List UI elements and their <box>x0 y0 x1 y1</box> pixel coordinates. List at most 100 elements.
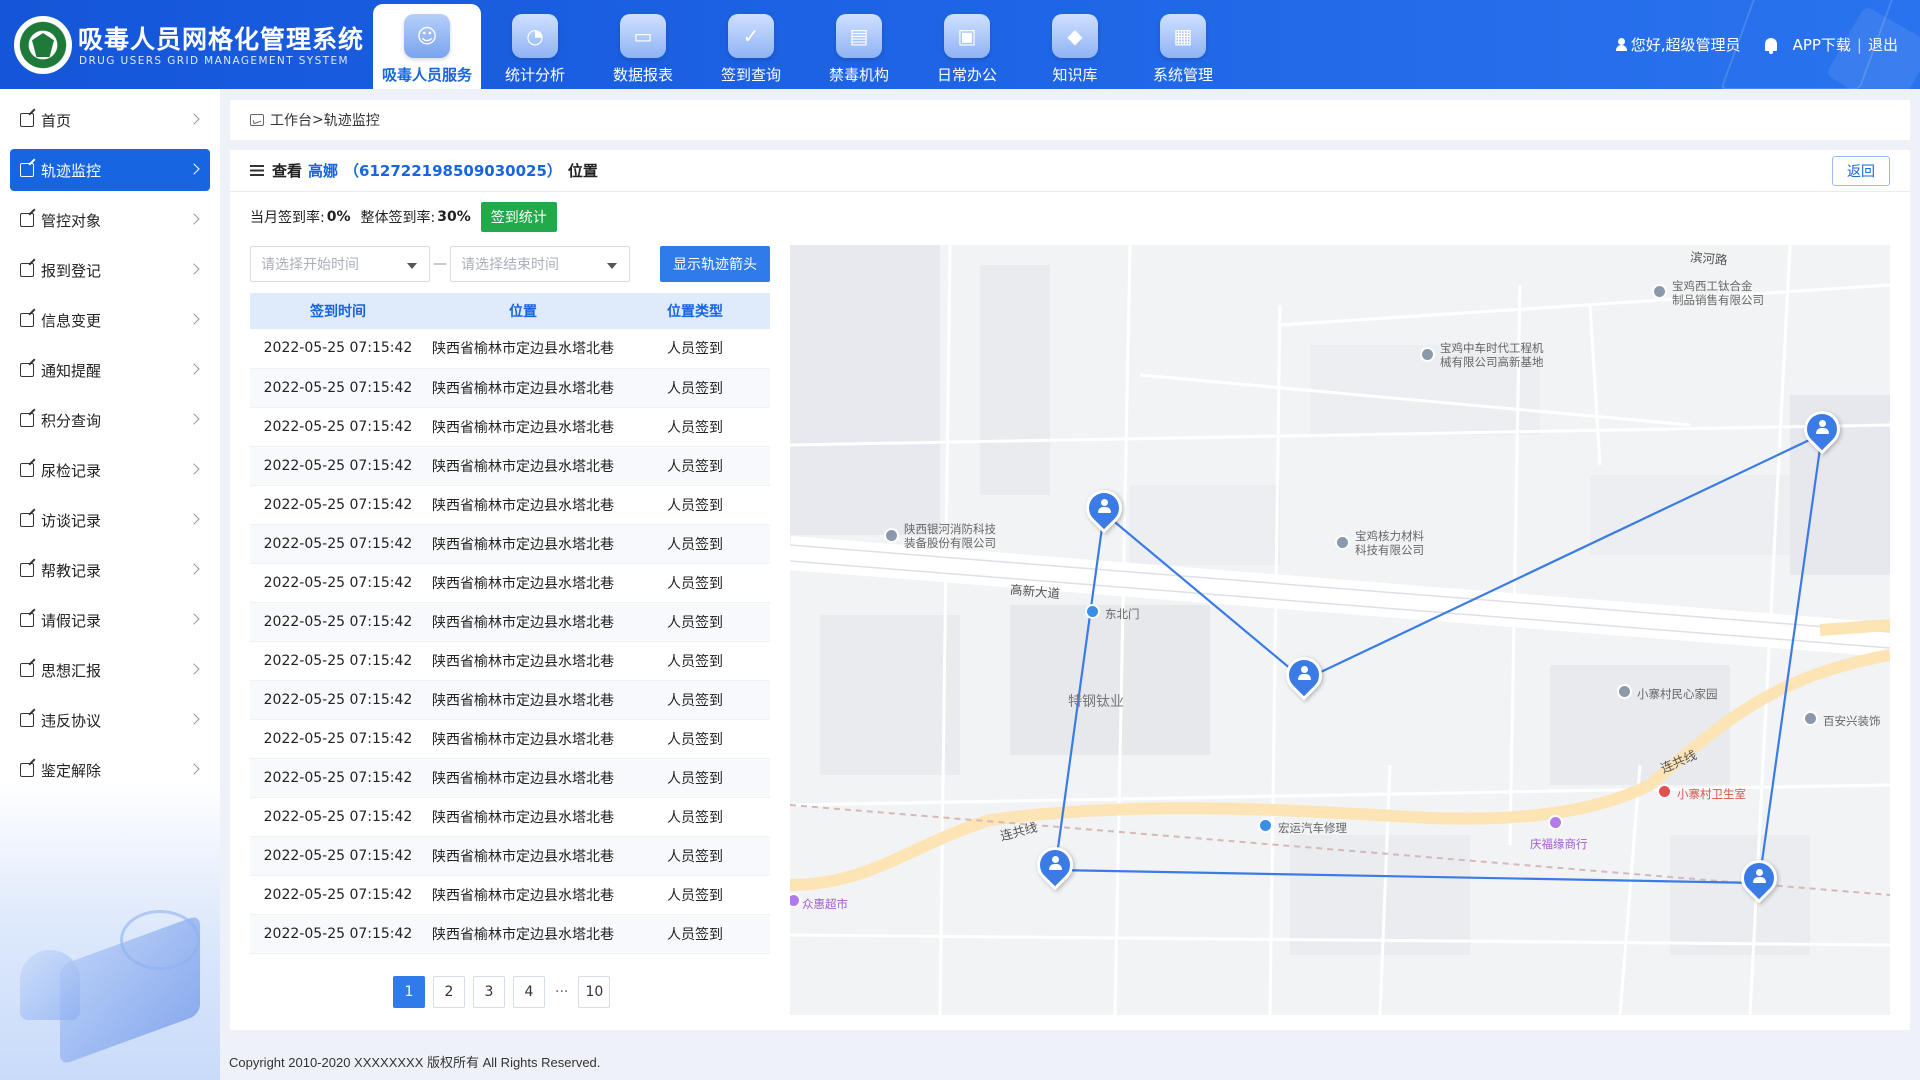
location-type-cell: 人员签到 <box>620 368 770 408</box>
nav-anti-drug-org[interactable]: ▤ 禁毒机构 <box>805 4 913 89</box>
sidebar-item-info-change[interactable]: 信息变更 <box>10 299 210 341</box>
map-poi-label: 宝鸡核力材料 科技有限公司 <box>1355 529 1424 557</box>
edit-icon <box>20 213 34 227</box>
location-type-cell: 人员签到 <box>620 641 770 681</box>
page-button-3[interactable]: 3 <box>473 976 505 1008</box>
sidebar-item-control-objects[interactable]: 管控对象 <box>10 199 210 241</box>
checkin-time-cell: 2022-05-25 07:15:42 <box>250 563 426 603</box>
location-type-cell: 人员签到 <box>620 524 770 564</box>
chevron-right-icon <box>188 663 200 675</box>
edit-icon <box>20 763 34 777</box>
start-date-select[interactable]: 请选择开始时间 <box>250 246 430 282</box>
nav-knowledge-base[interactable]: ◆ 知识库 <box>1021 4 1129 89</box>
page-button-4[interactable]: 4 <box>513 976 545 1008</box>
back-button[interactable]: 返回 <box>1832 156 1890 186</box>
track-point-marker[interactable] <box>1078 482 1130 536</box>
app-download-link[interactable]: APP下载 <box>1793 34 1851 55</box>
sidebar-item-assistance[interactable]: 帮教记录 <box>10 549 210 591</box>
nav-daily-office[interactable]: ▣ 日常办公 <box>913 4 1021 89</box>
sidebar-item-interviews[interactable]: 访谈记录 <box>10 499 210 541</box>
edit-icon <box>20 613 34 627</box>
checkin-time-cell: 2022-05-25 07:15:42 <box>250 875 426 915</box>
checkin-time-cell: 2022-05-25 07:15:42 <box>250 641 426 681</box>
user-icon <box>1615 38 1627 51</box>
edit-icon <box>20 313 34 327</box>
sidebar-item-thought-report[interactable]: 思想汇报 <box>10 649 210 691</box>
sidebar-item-notifications[interactable]: 通知提醒 <box>10 349 210 391</box>
sidebar-item-home[interactable]: 首页 <box>10 99 210 141</box>
page-button-last[interactable]: 10 <box>578 976 611 1008</box>
user-greeting[interactable]: 您好,超级管理员 <box>1631 34 1741 55</box>
checkin-time-cell: 2022-05-25 07:15:42 <box>250 602 426 642</box>
chart-analysis-icon: ◔ <box>512 14 558 58</box>
start-date-placeholder: 请选择开始时间 <box>261 257 359 273</box>
nav-drug-user-service[interactable]: ☺ 吸毒人员服务 <box>373 4 481 89</box>
sidebar-item-track-monitor[interactable]: 轨迹监控 <box>10 149 210 191</box>
edit-icon <box>20 413 34 427</box>
sidebar-item-points-query[interactable]: 积分查询 <box>10 399 210 441</box>
sidebar-item-report-register[interactable]: 报到登记 <box>10 249 210 291</box>
sidebar-item-label: 轨迹监控 <box>41 161 102 180</box>
table-row: 2022-05-25 07:15:42 陕西省榆林市定边县水塔北巷 人员签到 <box>250 368 770 408</box>
checkin-stats-button[interactable]: 签到统计 <box>480 202 557 232</box>
location-cell: 陕西省榆林市定边县水塔北巷 <box>426 446 620 486</box>
nav-label: 日常办公 <box>936 66 997 84</box>
track-point-marker[interactable] <box>1278 649 1330 703</box>
table-row: 2022-05-25 07:15:42 陕西省榆林市定边县水塔北巷 人员签到 <box>250 875 770 915</box>
sidebar-item-label: 通知提醒 <box>41 361 102 380</box>
location-type-cell: 人员签到 <box>620 485 770 525</box>
map-poi-marker <box>1652 284 1667 299</box>
nav-label: 吸毒人员服务 <box>381 66 472 84</box>
map-poi-label: 小寨村民心家园 <box>1637 687 1718 701</box>
track-point-marker[interactable] <box>1029 839 1081 893</box>
dashboard-icon <box>250 114 264 126</box>
location-type-cell: 人员签到 <box>620 875 770 915</box>
location-cell: 陕西省榆林市定边县水塔北巷 <box>426 407 620 447</box>
chevron-right-icon <box>188 363 200 375</box>
chevron-right-icon <box>188 713 200 725</box>
checkin-time-cell: 2022-05-25 07:15:42 <box>250 836 426 876</box>
logout-link[interactable]: 退出 <box>1868 34 1898 55</box>
range-dash: — <box>433 256 447 272</box>
sidebar-illustration <box>0 780 220 1080</box>
chevron-right-icon <box>188 213 200 225</box>
sidebar-item-leave[interactable]: 请假记录 <box>10 599 210 641</box>
location-cell: 陕西省榆林市定边县水塔北巷 <box>426 836 620 876</box>
breadcrumb-root[interactable]: 工作台 <box>270 110 312 130</box>
nav-checkin-query[interactable]: ✓ 签到查询 <box>697 4 805 89</box>
chevron-right-icon <box>188 463 200 475</box>
checkin-time-cell: 2022-05-25 07:15:42 <box>250 914 426 954</box>
page-button-1[interactable]: 1 <box>393 976 425 1008</box>
checkin-time-cell: 2022-05-25 07:15:42 <box>250 524 426 564</box>
show-track-arrows-button[interactable]: 显示轨迹箭头 <box>660 246 770 282</box>
sidebar-item-urine-test[interactable]: 尿检记录 <box>10 449 210 491</box>
nav-statistics[interactable]: ◔ 统计分析 <box>481 4 589 89</box>
sidebar-item-label: 违反协议 <box>41 711 102 730</box>
chevron-right-icon <box>188 113 200 125</box>
edit-icon <box>20 113 34 127</box>
bell-icon[interactable] <box>1764 38 1777 54</box>
nav-system-admin[interactable]: ▦ 系统管理 <box>1129 4 1237 89</box>
chevron-right-icon <box>188 613 200 625</box>
sidebar: 首页 轨迹监控 管控对象 报到登记 信息变更 通知提醒 积分查询 尿检记录 访谈… <box>0 89 220 1080</box>
map-poi-marker <box>884 528 899 543</box>
sidebar-item-label: 积分查询 <box>41 411 102 430</box>
track-point-marker[interactable] <box>1796 403 1848 457</box>
map-shop-marker <box>1548 815 1563 830</box>
checkin-calendar-icon: ✓ <box>728 14 774 58</box>
location-type-cell: 人员签到 <box>620 407 770 447</box>
map-poi-label: 众惠超市 <box>802 897 848 911</box>
track-point-marker[interactable] <box>1733 852 1785 906</box>
sidebar-item-label: 帮教记录 <box>41 561 102 580</box>
end-date-select[interactable]: 请选择结束时间 <box>450 246 630 282</box>
location-cell: 陕西省榆林市定边县水塔北巷 <box>426 680 620 720</box>
person-icon <box>1298 666 1311 681</box>
checkin-time-cell: 2022-05-25 07:15:42 <box>250 485 426 525</box>
sidebar-item-violations[interactable]: 违反协议 <box>10 699 210 741</box>
table-row: 2022-05-25 07:15:42 陕西省榆林市定边县水塔北巷 人员签到 <box>250 407 770 447</box>
track-map[interactable]: 滨河路 宝鸡西工钛合金 制品销售有限公司 宝鸡中车时代工程机 械有限公司高新基地… <box>790 245 1890 1015</box>
end-date-placeholder: 请选择结束时间 <box>461 257 559 273</box>
nav-data-report[interactable]: ▭ 数据报表 <box>589 4 697 89</box>
map-poi-label: 宏运汽车修理 <box>1278 821 1347 835</box>
page-button-2[interactable]: 2 <box>433 976 465 1008</box>
